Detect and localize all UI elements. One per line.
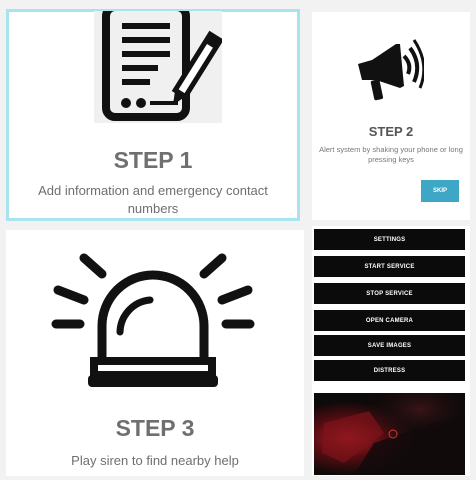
settings-button[interactable]: SETTINGS (314, 229, 465, 250)
step1-description: Add information and emergency contact nu… (38, 183, 268, 216)
step2-card[interactable]: STEP 2 Alert system by shaking your phon… (312, 12, 470, 220)
skip-button[interactable]: SKIP (421, 180, 459, 202)
step2-description: Alert system by shaking your phone or lo… (319, 145, 463, 164)
step2-title: STEP 2 (368, 124, 414, 139)
step1-title: STEP 1 (113, 147, 193, 173)
siren-icon (50, 248, 260, 393)
stop-service-button[interactable]: STOP SERVICE (314, 283, 465, 304)
step3-card[interactable]: STEP 3 Play siren to find nearby help (6, 230, 304, 476)
step1-card[interactable]: STEP 1 Add information and emergency con… (6, 9, 300, 221)
megaphone-icon (352, 38, 424, 106)
camera-preview (314, 393, 465, 475)
save-images-button[interactable]: SAVE IMAGES (314, 335, 465, 356)
document-edit-icon (94, 11, 222, 123)
open-camera-button[interactable]: OPEN CAMERA (314, 310, 465, 331)
action-panel: SETTINGS START SERVICE STOP SERVICE OPEN… (312, 226, 470, 476)
step3-title: STEP 3 (115, 415, 195, 441)
step3-description: Play siren to find nearby help (71, 453, 239, 468)
distress-button[interactable]: DISTRESS (314, 360, 465, 381)
start-service-button[interactable]: START SERVICE (314, 256, 465, 277)
